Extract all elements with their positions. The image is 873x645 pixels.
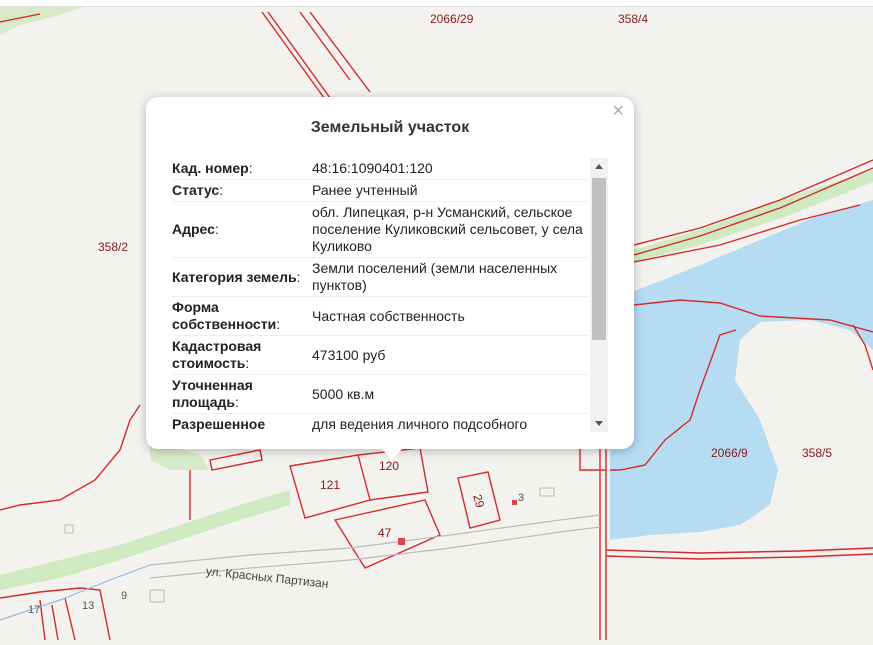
parcel-label[interactable]: 13 [82,600,94,612]
parcel-label[interactable]: 2066/29 [430,12,473,26]
scroll-down-icon[interactable] [595,421,603,426]
parcel-label[interactable]: 9 [121,590,127,602]
top-toolbar-strip [0,0,873,7]
attribute-value: 5000 кв.м [312,374,588,414]
parcel-label[interactable]: 358/5 [802,446,832,460]
parcel-label[interactable]: 121 [320,478,340,492]
popup-pointer [381,448,403,460]
attribute-value: 48:16:1090401:120 [312,158,588,180]
table-row: Форма собственности: Частная собственнос… [172,296,588,336]
popup-scrollbar[interactable] [590,158,608,432]
parcel-label[interactable]: 3 [518,492,524,504]
scroll-up-icon[interactable] [595,164,603,169]
attribute-key: Статус [172,182,220,198]
attributes-scroll-area[interactable]: Кад. номер: 48:16:1090401:120 Статус: Ра… [172,158,608,432]
attribute-value: для ведения личного подсобного [312,413,588,432]
parcel-label[interactable]: 358/4 [618,12,648,26]
parcel-info-popup: × Земельный участок Кад. номер: 48:16:10… [146,97,634,460]
table-row: Кад. номер: 48:16:1090401:120 [172,158,588,180]
popup-title: Земельный участок [310,119,470,136]
close-icon[interactable]: × [612,101,624,121]
parcel-label[interactable]: 17 [28,604,40,616]
building [398,538,405,545]
parcel-label[interactable]: 358/2 [98,240,128,254]
table-row: Кадастровая стоимость: 473100 руб [172,335,588,375]
parcel-label[interactable]: 120 [379,459,399,473]
table-row: Категория земель: Земли поселений (земли… [172,257,588,297]
scrollbar-thumb[interactable] [592,178,606,340]
attribute-value: обл. Липецкая, р-н Усманский, сельское п… [312,201,588,258]
table-row: Разрешенное для ведения личного подсобно… [172,413,588,432]
table-row: Адрес: обл. Липецкая, р-н Усманский, сел… [172,201,588,258]
attribute-key: Разрешенное [172,416,266,432]
attribute-key: Адрес [172,221,215,237]
table-row: Уточненная площадь: 5000 кв.м [172,374,588,414]
attribute-value: Ранее учтенный [312,179,588,202]
building [512,500,517,505]
parcel-label[interactable]: 2066/9 [711,446,748,460]
attribute-value: Земли поселений (земли населенных пункто… [312,257,588,297]
attributes-table: Кад. номер: 48:16:1090401:120 Статус: Ра… [172,158,588,432]
attribute-key: Уточненная площадь [172,377,253,410]
attribute-value: 473100 руб [312,335,588,375]
attribute-value: Частная собственность [312,296,588,336]
attribute-key: Кад. номер [172,160,249,176]
attribute-key: Категория земель [172,268,297,285]
parcel-label[interactable]: 47 [378,526,391,540]
attribute-key: Форма собственности [172,299,277,332]
table-row: Статус: Ранее учтенный [172,179,588,202]
